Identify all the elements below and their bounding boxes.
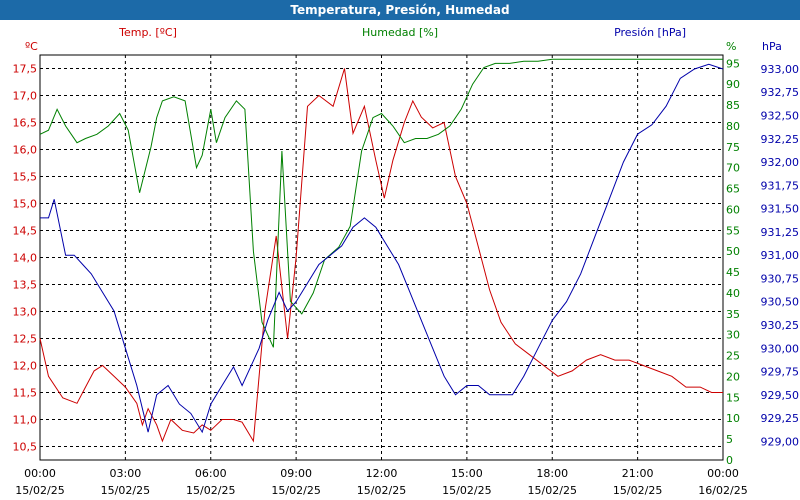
hum-tick-label: 55 [726,224,740,237]
temp-tick-label: 11,5 [13,387,38,400]
temp-tick-label: 13,5 [13,279,38,292]
hum-tick-label: 0 [726,454,733,467]
pres-tick-label: 932,50 [761,110,800,123]
pres-tick-label: 930,75 [761,272,800,285]
temp-tick-label: 14,5 [13,225,38,238]
pres-tick-label: 931,00 [761,249,800,262]
hum-unit-label: % [726,40,736,53]
x-tick-time: 06:00 [195,467,227,480]
x-tick-date: 15/02/25 [357,484,406,497]
hum-tick-label: 65 [726,183,740,196]
pres-axis-label: Presión [hPa] [614,26,686,39]
hum-axis-label: Humedad [%] [362,26,438,39]
temp-tick-label: 12,5 [13,333,38,346]
temp-axis-label: Temp. [ºC] [118,26,177,39]
hum-tick-label: 85 [726,99,740,112]
temp-tick-label: 10,5 [13,441,38,454]
pres-tick-label: 929,25 [761,412,800,425]
x-tick-date: 15/02/25 [613,484,662,497]
x-tick-time: 15:00 [451,467,483,480]
pres-tick-label: 929,50 [761,389,800,402]
hum-tick-label: 15 [726,391,740,404]
pres-tick-label: 931,50 [761,203,800,216]
hum-tick-label: 80 [726,120,740,133]
hum-tick-label: 95 [726,57,740,70]
pres-tick-label: 929,75 [761,366,800,379]
hum-tick-label: 50 [726,245,740,258]
x-tick-date: 15/02/25 [442,484,491,497]
temp-tick-label: 16,5 [13,117,38,130]
hum-tick-label: 35 [726,308,740,321]
pres-unit-label: hPa [762,40,782,53]
x-tick-time: 12:00 [366,467,398,480]
hum-tick-label: 25 [726,350,740,363]
hum-tick-label: 5 [726,433,733,446]
x-tick-time: 18:00 [536,467,568,480]
temp-tick-label: 17,0 [13,90,38,103]
hum-tick-label: 70 [726,162,740,175]
x-tick-date: 15/02/25 [528,484,577,497]
x-tick-date: 15/02/25 [186,484,235,497]
x-tick-time: 03:00 [110,467,142,480]
hum-tick-label: 20 [726,370,740,383]
temp-tick-label: 15,5 [13,171,38,184]
pres-tick-label: 932,75 [761,86,800,99]
hum-tick-label: 10 [726,412,740,425]
hum-tick-label: 40 [726,287,740,300]
pres-tick-label: 930,25 [761,319,800,332]
x-tick-time: 00:00 [24,467,56,480]
pres-tick-label: 930,00 [761,342,800,355]
x-tick-time: 09:00 [280,467,312,480]
pres-tick-label: 930,50 [761,296,800,309]
temp-tick-label: 16,0 [13,144,38,157]
temp-tick-label: 13,0 [13,306,38,319]
pres-tick-label: 929,00 [761,435,800,448]
chart-title: Temperatura, Presión, Humedad [0,0,800,20]
temp-unit-label: ºC [25,40,38,53]
x-tick-date: 15/02/25 [15,484,64,497]
pres-tick-label: 931,25 [761,226,800,239]
chart-background [0,0,800,500]
x-tick-date: 16/02/25 [698,484,747,497]
x-tick-date: 15/02/25 [101,484,150,497]
pres-tick-label: 932,25 [761,133,800,146]
temp-tick-label: 17,5 [13,63,38,76]
temp-tick-label: 15,0 [13,198,38,211]
hum-tick-label: 30 [726,329,740,342]
hum-tick-label: 90 [726,78,740,91]
pres-tick-label: 932,00 [761,156,800,169]
x-tick-time: 00:00 [707,467,739,480]
hum-tick-label: 60 [726,203,740,216]
hum-tick-label: 75 [726,141,740,154]
x-tick-time: 21:00 [622,467,654,480]
x-tick-date: 15/02/25 [271,484,320,497]
temp-tick-label: 11,0 [13,414,38,427]
pres-tick-label: 933,00 [761,63,800,76]
hum-tick-label: 45 [726,266,740,279]
temp-tick-label: 12,0 [13,360,38,373]
temp-tick-label: 14,0 [13,252,38,265]
chart: 10,5 11,0 11,5 12,0 12,5 13,0 13,5 14,0 14,5 15,0… [0,0,800,500]
pres-tick-label: 931,75 [761,179,800,192]
